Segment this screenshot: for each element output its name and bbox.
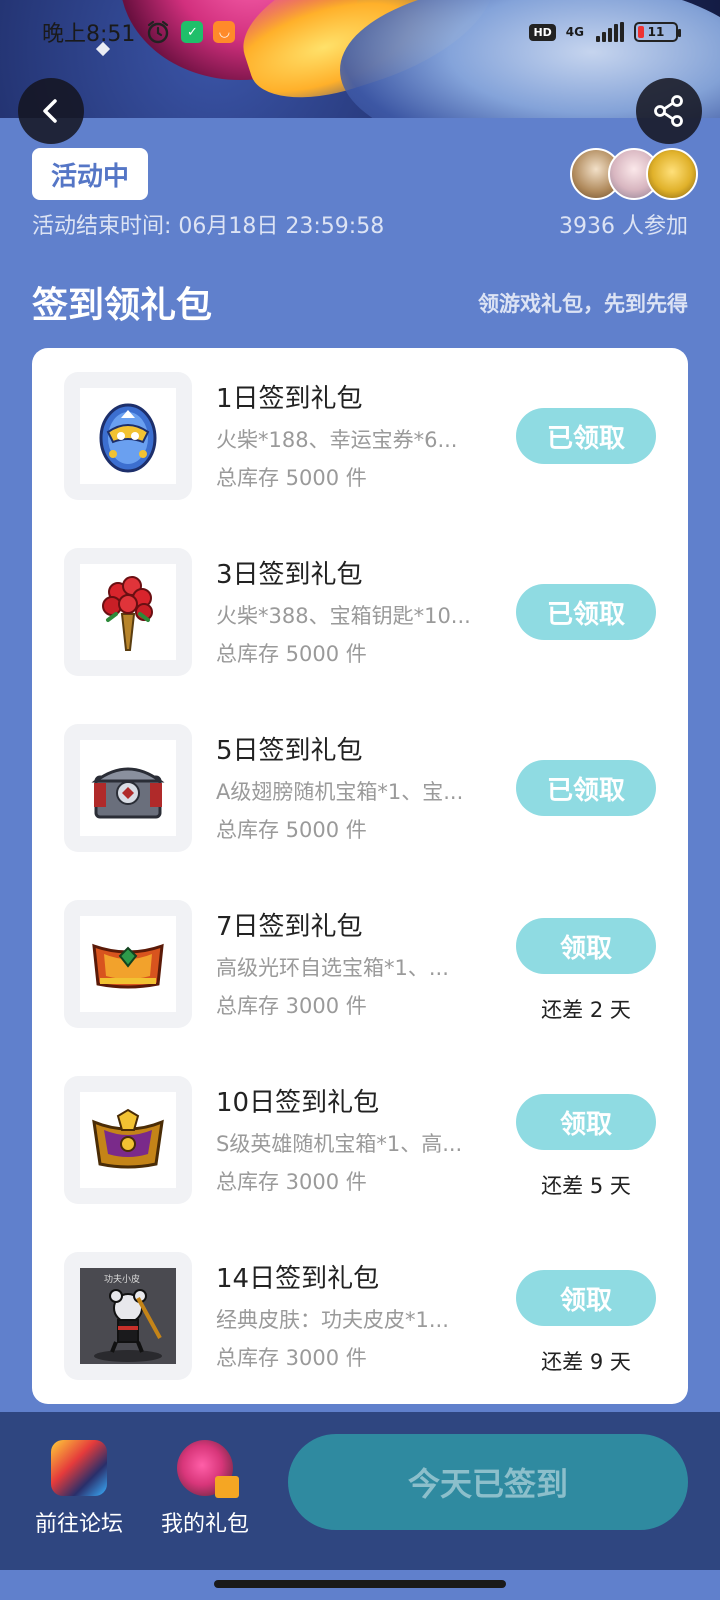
gift-name: 3日签到礼包 (216, 560, 363, 590)
share-icon (654, 95, 683, 127)
network-type: 4G (565, 25, 584, 39)
gift-description: 火柴*188、幸运宝券*6... (216, 428, 458, 452)
claimed-button[interactable]: 已领取 (516, 408, 656, 464)
gift-list: 1日签到礼包 火柴*188、幸运宝券*6... 总库存 5000 件 已领取 3… (32, 348, 688, 1404)
list-item: 3日签到礼包 火柴*388、宝箱钥匙*10... 总库存 5000 件 已领取 (32, 548, 688, 676)
alarm-clock-icon (148, 20, 169, 44)
status-left-icons: ✓ ◡ (145, 19, 236, 45)
hd-badge: HD (529, 23, 556, 41)
gift-name: 7日签到礼包 (216, 912, 363, 942)
thumbnail-caption: 功夫小皮 (104, 1275, 141, 1285)
gift-box-icon (215, 1476, 239, 1498)
section-title: 签到领礼包 (32, 285, 213, 326)
battery-icon: 11 (634, 22, 681, 42)
my-gift-icon (177, 1440, 239, 1498)
section-subtitle: 领游戏礼包，先到先得 (478, 292, 688, 316)
gift-name: 1日签到礼包 (216, 384, 363, 414)
list-item: 功夫小皮 14日签到礼包 经典皮肤：功夫皮皮*1... 总库存 3000 件 领… (32, 1252, 688, 1380)
gift-thumbnail (64, 548, 192, 676)
claim-button[interactable]: 领取 (516, 1270, 656, 1326)
hero-chest-icon (92, 1108, 164, 1169)
gift-stock: 总库存 3000 件 (216, 1170, 367, 1194)
list-item: 7日签到礼包 高级光环自选宝箱*1、... 总库存 3000 件 领取 还差 2… (32, 900, 688, 1028)
gift-stock: 总库存 5000 件 (216, 818, 367, 842)
claimed-button[interactable]: 已领取 (516, 760, 656, 816)
home-indicator[interactable] (214, 1580, 506, 1588)
halo-chest-icon (92, 943, 164, 989)
my-gifts-label: 我的礼包 (160, 1512, 249, 1537)
status-right-icons: HD 4G 11 (529, 22, 681, 42)
gift-description: S级英雄随机宝箱*1、高... (216, 1132, 463, 1156)
claim-button[interactable]: 领取 (516, 918, 656, 974)
back-button[interactable] (18, 78, 84, 144)
battery-level: 11 (647, 25, 665, 39)
gift-stock: 总库存 5000 件 (216, 466, 367, 490)
shield-app-icon: ✓ (181, 21, 204, 43)
gift-thumbnail (64, 724, 192, 852)
signal-icon (596, 22, 624, 42)
gift-description: 火柴*388、宝箱钥匙*10... (216, 604, 471, 628)
treasure-chest-icon (91, 767, 165, 819)
share-button[interactable] (636, 78, 702, 144)
gift-thumbnail: 功夫小皮 (64, 1252, 192, 1380)
list-item: 10日签到礼包 S级英雄随机宝箱*1、高... 总库存 3000 件 领取 还差… (32, 1076, 688, 1204)
gift-thumbnail (64, 900, 192, 1028)
list-item: 5日签到礼包 A级翅膀随机宝箱*1、宝... 总库存 5000 件 已领取 (32, 724, 688, 852)
gift-thumbnail (64, 1076, 192, 1204)
gift-name: 5日签到礼包 (216, 736, 363, 766)
flower-torch-icon (102, 576, 153, 651)
status-time: 晚上8:51 (42, 22, 136, 47)
game-app-icon (51, 1440, 107, 1496)
gift-description: 经典皮肤：功夫皮皮*1... (216, 1308, 449, 1332)
gift-description: 高级光环自选宝箱*1、... (216, 956, 449, 980)
forum-label: 前往论坛 (34, 1512, 123, 1537)
days-remaining: 还差 9 天 (541, 1350, 631, 1374)
chevron-left-icon (43, 99, 57, 123)
claimed-button[interactable]: 已领取 (516, 584, 656, 640)
claim-button[interactable]: 领取 (516, 1094, 656, 1150)
bottom-action-bar: 前往论坛 我的礼包 今天已签到 (0, 1412, 720, 1570)
gift-stock: 总库存 3000 件 (216, 994, 367, 1018)
my-gifts-link[interactable]: 我的礼包 (150, 1440, 260, 1538)
gift-name: 14日签到礼包 (216, 1264, 380, 1294)
gift-description: A级翅膀随机宝箱*1、宝... (216, 780, 464, 804)
smile-app-icon: ◡ (213, 21, 236, 43)
forum-link[interactable]: 前往论坛 (24, 1440, 134, 1538)
lucky-egg-icon (99, 403, 157, 473)
gift-stock: 总库存 3000 件 (216, 1346, 367, 1370)
gift-stock: 总库存 5000 件 (216, 642, 367, 666)
gift-thumbnail (64, 372, 192, 500)
status-bar: 晚上8:51 ✓ ◡ HD 4G 11 (0, 0, 720, 64)
participant-avatars[interactable] (570, 148, 698, 200)
participant-count: 3936 人参加 (559, 214, 688, 239)
activity-status-badge: 活动中 (32, 148, 148, 200)
list-item: 1日签到礼包 火柴*188、幸运宝券*6... 总库存 5000 件 已领取 (32, 372, 688, 500)
days-remaining: 还差 2 天 (541, 998, 631, 1022)
days-remaining: 还差 5 天 (541, 1174, 631, 1198)
avatar (646, 148, 698, 200)
gift-name: 10日签到礼包 (216, 1088, 380, 1118)
activity-end-time: 活动结束时间: 06月18日 23:59:58 (32, 214, 385, 239)
checkin-button[interactable]: 今天已签到 (288, 1434, 688, 1530)
